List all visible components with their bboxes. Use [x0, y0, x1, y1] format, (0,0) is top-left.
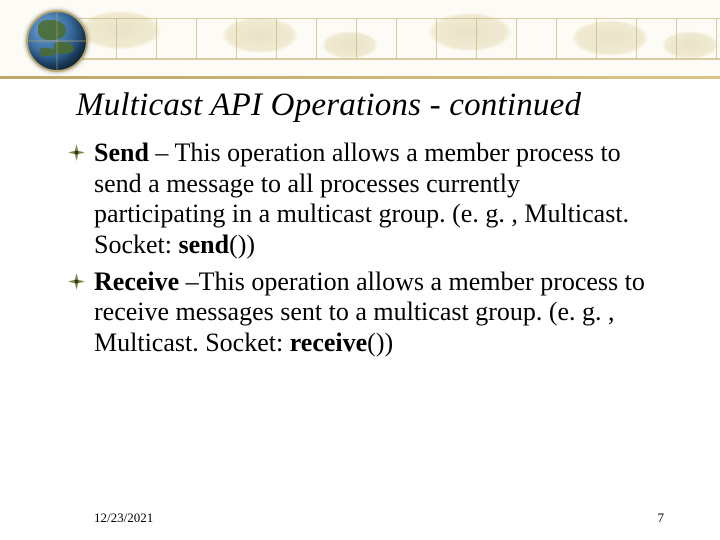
footer-date: 12/23/2021	[94, 510, 153, 526]
slide: Multicast API Operations - continued Sen…	[0, 0, 720, 540]
slide-body: Send – This operation allows a member pr…	[94, 138, 656, 365]
globe-icon	[26, 10, 88, 72]
banner	[0, 0, 720, 79]
bullet-sep: –	[179, 267, 199, 296]
compass-bullet-icon	[68, 144, 85, 161]
bullet-text-b: ())	[367, 328, 393, 357]
footer-page-number: 7	[658, 510, 665, 526]
bullet-sep: –	[149, 138, 175, 167]
bullet-item: Send – This operation allows a member pr…	[94, 138, 656, 261]
bullet-method: receive	[290, 328, 367, 357]
slide-title: Multicast API Operations - continued	[76, 87, 680, 124]
bullet-text-a: This operation allows a member process t…	[94, 138, 629, 259]
bullet-term: Receive	[94, 267, 179, 296]
bullet-item: Receive –This operation allows a member …	[94, 267, 656, 359]
bullet-text-b: ())	[229, 230, 255, 259]
bullet-method: send	[179, 230, 230, 259]
compass-bullet-icon	[68, 273, 85, 290]
banner-grid	[76, 18, 720, 60]
banner-separator	[0, 76, 720, 79]
bullet-term: Send	[94, 138, 149, 167]
